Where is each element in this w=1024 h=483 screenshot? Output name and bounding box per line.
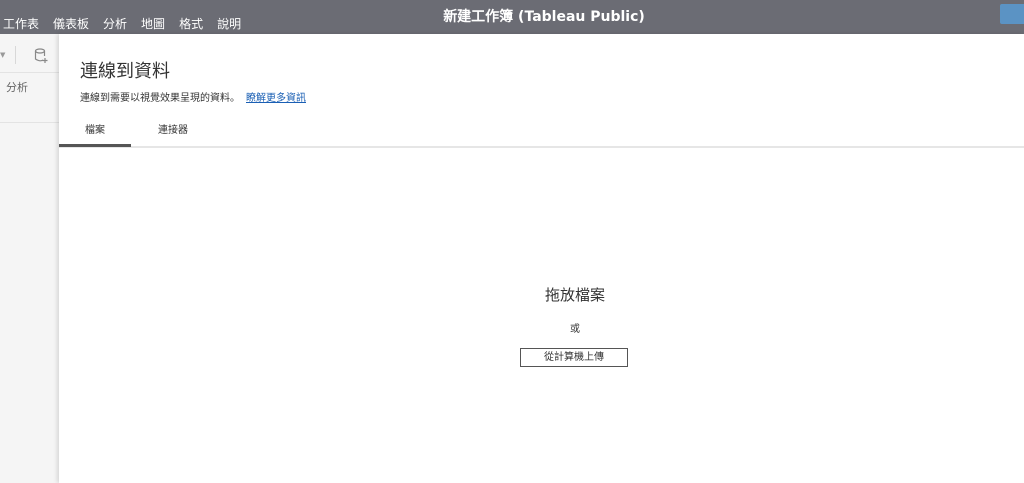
- tab-connectors[interactable]: 連接器: [139, 124, 207, 144]
- title-bar: 工作表 儀表板 分析 地圖 格式 說明 新建工作簿 (Tableau Publi…: [0, 0, 1024, 34]
- toolbar-divider: [15, 46, 16, 64]
- upload-from-computer-button[interactable]: 從計算機上傳: [520, 348, 628, 367]
- divider: [0, 122, 59, 123]
- analysis-tab-label[interactable]: 分析: [6, 79, 28, 95]
- side-toolbar: ▼: [0, 34, 59, 73]
- subtitle-text: 連線到需要以視覺效果呈現的資料。: [80, 93, 240, 104]
- learn-more-link[interactable]: 瞭解更多資訊: [246, 93, 306, 104]
- tab-bar: 檔案 連接器: [59, 124, 1024, 148]
- toolbar-action-button[interactable]: [1000, 4, 1024, 24]
- dialog-subtitle: 連線到需要以視覺效果呈現的資料。 瞭解更多資訊: [80, 89, 306, 104]
- connect-to-data-dialog: 連線到資料 連線到需要以視覺效果呈現的資料。 瞭解更多資訊 檔案 連接器 拖放檔案…: [59, 34, 1024, 483]
- drop-zone-label[interactable]: 拖放檔案: [59, 284, 1024, 305]
- dialog-title: 連線到資料: [80, 61, 170, 82]
- app-title: 新建工作簿 (Tableau Public): [443, 9, 645, 25]
- new-data-source-icon[interactable]: [34, 48, 48, 68]
- tab-file[interactable]: 檔案: [59, 124, 131, 147]
- workspace-side-panel: ▼ 分析: [0, 34, 60, 483]
- or-separator: 或: [570, 324, 580, 335]
- chevron-down-icon[interactable]: ▼: [0, 51, 5, 59]
